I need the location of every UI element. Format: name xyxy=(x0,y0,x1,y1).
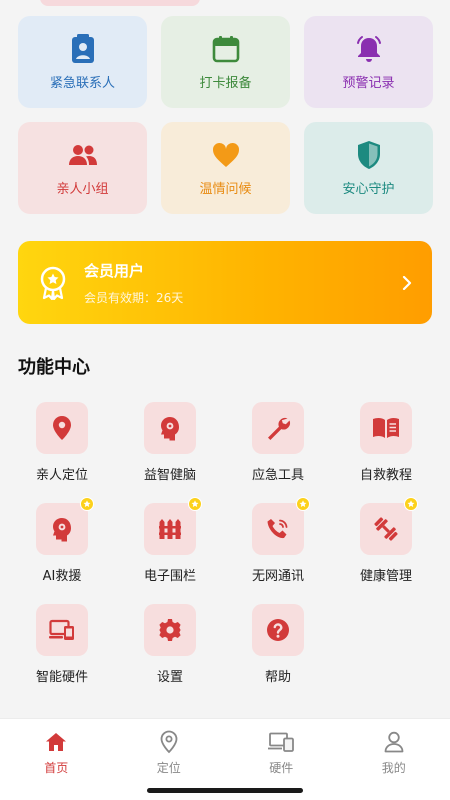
smart-hardware-item[interactable]: 智能硬件 xyxy=(8,604,116,685)
home-indicator xyxy=(147,788,303,793)
quick-action-label: 紧急联系人 xyxy=(49,75,115,91)
function-label: 无网通讯 xyxy=(251,569,304,584)
heart-icon xyxy=(211,140,241,170)
tab-label: 我的 xyxy=(381,761,406,775)
shield-icon xyxy=(354,140,384,170)
tab-home[interactable]: 首页 xyxy=(0,719,113,800)
membership-info: 会员用户 会员有效期：26天 xyxy=(84,260,400,306)
membership-banner[interactable]: 会员用户 会员有效期：26天 xyxy=(18,241,432,324)
function-label: 益智健脑 xyxy=(143,468,196,483)
chevron-right-icon xyxy=(402,275,412,290)
tab-label: 首页 xyxy=(44,761,69,775)
wrench-icon xyxy=(268,418,290,440)
function-label: 亲人定位 xyxy=(35,468,88,483)
icon-tile xyxy=(36,402,88,454)
book-icon xyxy=(373,417,399,438)
function-center-title: 功能中心 xyxy=(18,357,90,378)
ai-rescue-item[interactable]: AI救援 xyxy=(8,497,116,584)
alarm-bell-icon xyxy=(354,34,384,64)
check-in-card[interactable]: 打卡报备 xyxy=(161,16,290,108)
family-location-item[interactable]: 亲人定位 xyxy=(8,402,116,483)
devices-icon xyxy=(49,619,74,640)
quick-action-label: 打卡报备 xyxy=(199,75,252,91)
alert-records-card[interactable]: 预警记录 xyxy=(304,16,433,108)
family-group-card[interactable]: 亲人小组 xyxy=(18,122,147,214)
safe-guard-card[interactable]: 安心守护 xyxy=(304,122,433,214)
function-label: 设置 xyxy=(156,670,183,685)
quick-action-label: 亲人小组 xyxy=(56,181,109,197)
membership-validity: 会员有效期：26天 xyxy=(84,290,184,305)
previous-banner-edge xyxy=(40,0,200,6)
icon-tile xyxy=(252,497,310,555)
home-icon xyxy=(43,729,69,755)
contact-card-icon xyxy=(68,33,98,64)
icon-tile xyxy=(36,604,88,656)
icon-tile xyxy=(252,604,304,656)
help-icon xyxy=(267,619,289,641)
function-label: 健康管理 xyxy=(359,569,412,584)
health-management-item[interactable]: 健康管理 xyxy=(332,497,440,584)
group-icon xyxy=(68,140,98,170)
icon-tile xyxy=(144,604,196,656)
profile-icon xyxy=(381,729,407,755)
tab-label: 硬件 xyxy=(269,761,294,775)
function-label: 自救教程 xyxy=(359,468,412,483)
gear-icon xyxy=(159,619,181,641)
emergency-tools-item[interactable]: 应急工具 xyxy=(224,402,332,483)
function-label: 电子围栏 xyxy=(143,569,196,584)
vip-star-icon xyxy=(296,497,310,511)
function-label: 应急工具 xyxy=(251,468,304,483)
icon-tile xyxy=(36,497,94,555)
icon-tile xyxy=(360,402,412,454)
brain-icon xyxy=(161,417,179,441)
quick-action-label: 温情问候 xyxy=(199,181,252,197)
self-rescue-tutorial-item[interactable]: 自救教程 xyxy=(332,402,440,483)
devices-icon xyxy=(268,729,295,755)
location-icon xyxy=(156,729,182,755)
ai-rescue-icon xyxy=(53,518,71,542)
offline-comm-item[interactable]: 无网通讯 xyxy=(224,497,332,584)
function-label: AI救援 xyxy=(42,569,82,584)
location-pin-icon xyxy=(53,416,71,440)
fence-icon xyxy=(159,519,181,539)
medal-icon xyxy=(40,266,66,300)
geofence-item[interactable]: 电子围栏 xyxy=(116,497,224,584)
brain-training-item[interactable]: 益智健脑 xyxy=(116,402,224,483)
function-label: 智能硬件 xyxy=(35,670,88,685)
phone-call-icon xyxy=(267,519,288,539)
icon-tile xyxy=(144,402,196,454)
function-grid: 亲人定位 益智健脑 应急工具 自救教程 AI救援 电子围栏 无网通讯 健康管理 … xyxy=(8,402,440,685)
emergency-contacts-card[interactable]: 紧急联系人 xyxy=(18,16,147,108)
settings-item[interactable]: 设置 xyxy=(116,604,224,685)
tab-label: 定位 xyxy=(156,761,181,775)
dumbbell-icon xyxy=(374,517,398,541)
tab-profile[interactable]: 我的 xyxy=(338,719,450,800)
calendar-icon xyxy=(211,34,241,64)
icon-tile xyxy=(360,497,418,555)
icon-tile xyxy=(144,497,202,555)
function-label: 帮助 xyxy=(264,670,291,685)
quick-action-label: 预警记录 xyxy=(342,75,395,91)
icon-tile xyxy=(252,402,304,454)
help-item[interactable]: 帮助 xyxy=(224,604,332,685)
membership-title: 会员用户 xyxy=(84,261,145,280)
warm-greetings-card[interactable]: 温情问候 xyxy=(161,122,290,214)
vip-star-icon xyxy=(80,497,94,511)
quick-actions-grid: 紧急联系人 打卡报备 预警记录 亲人小组 温情问候 安心守护 xyxy=(18,16,433,214)
vip-star-icon xyxy=(404,497,418,511)
quick-action-label: 安心守护 xyxy=(342,181,395,197)
vip-star-icon xyxy=(188,497,202,511)
